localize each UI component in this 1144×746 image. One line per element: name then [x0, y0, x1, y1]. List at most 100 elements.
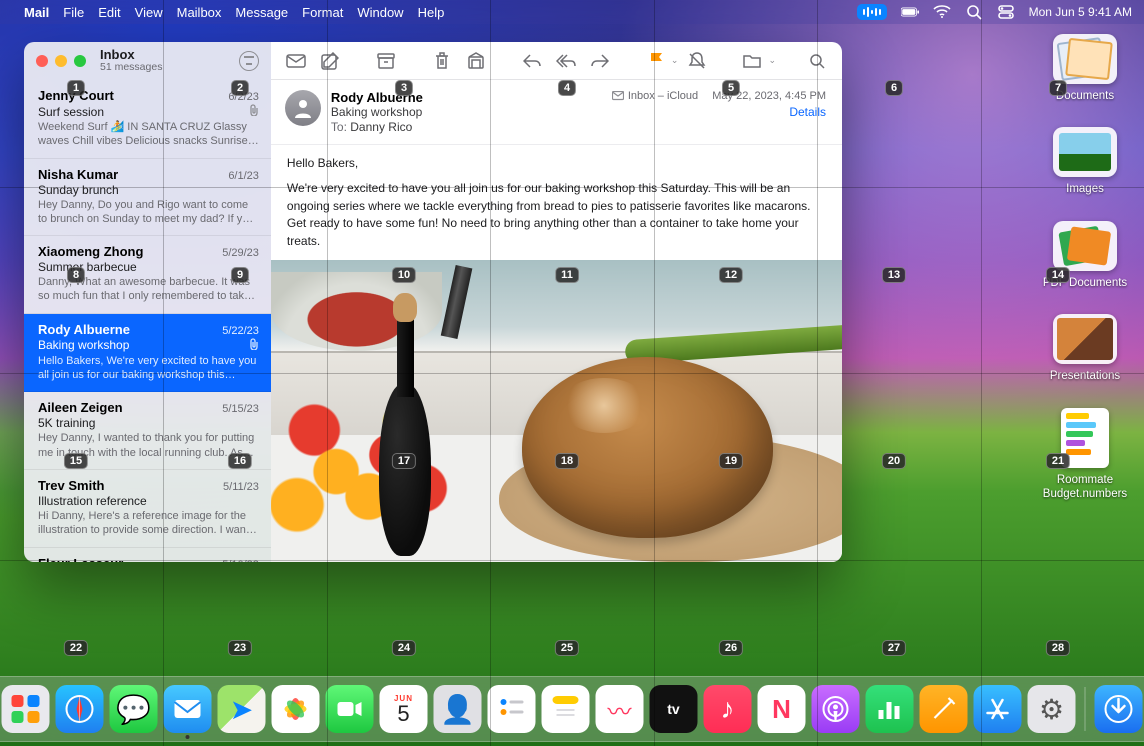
forward-button[interactable]: [585, 48, 615, 74]
dock-app-maps[interactable]: ➤: [218, 685, 266, 733]
message-list-item[interactable]: Rody Albuerne5/22/23Baking workshopHello…: [24, 314, 271, 393]
message-list-item[interactable]: Xiaomeng Zhong5/29/23Summer barbecueDann…: [24, 236, 271, 314]
dock-app-podcasts[interactable]: [812, 685, 860, 733]
dock-app-photos[interactable]: [272, 685, 320, 733]
dock-app-messages[interactable]: 💬: [110, 685, 158, 733]
dock-app-mail[interactable]: [164, 685, 212, 733]
message-preview: Hey Danny, Do you and Rigo want to come …: [38, 198, 259, 227]
message-sender: Nisha Kumar: [38, 167, 228, 182]
desktop-file-roommate-budget[interactable]: Roommate Budget.numbers: [1040, 408, 1130, 502]
message-date: 5/11/23: [223, 481, 259, 493]
junk-button[interactable]: [461, 48, 491, 74]
menu-help[interactable]: Help: [418, 5, 445, 20]
get-mail-button[interactable]: [281, 48, 311, 74]
numbers-file-icon: [1061, 408, 1109, 468]
folder-icon: [1053, 34, 1117, 84]
message-preview: Hello Bakers, We're very excited to have…: [38, 354, 259, 383]
message-body: Hello Bakers, We're very excited to have…: [271, 145, 842, 258]
message-list-item[interactable]: Nisha Kumar6/1/23Sunday brunchHey Danny,…: [24, 159, 271, 237]
folder-icon: [1053, 221, 1117, 271]
details-link[interactable]: Details: [789, 105, 826, 119]
dock-app-launchpad[interactable]: [2, 685, 50, 733]
desktop-folder-presentations[interactable]: Presentations: [1040, 314, 1130, 383]
menu-edit[interactable]: Edit: [98, 5, 120, 20]
sender-avatar-icon[interactable]: [285, 90, 321, 126]
mail-titlebar: Inbox 51 messages: [24, 42, 271, 80]
dock-app-reminders[interactable]: [488, 685, 536, 733]
mailbox-icon: [612, 91, 624, 101]
message-subject: Summer barbecue: [38, 260, 137, 274]
dock-app-facetime[interactable]: [326, 685, 374, 733]
filter-button-icon[interactable]: [239, 51, 259, 71]
dock-calendar-day: 5: [397, 703, 409, 725]
mail-sidebar: Inbox 51 messages Jenny Court6/2/23Surf …: [24, 42, 271, 562]
menubar: Mail File Edit View Mailbox Message Form…: [0, 0, 1144, 24]
message-preview: Hey Danny, I wanted to thank you for put…: [38, 431, 259, 460]
spotlight-icon[interactable]: [965, 3, 983, 21]
dock-app-safari[interactable]: [56, 685, 104, 733]
message-body-paragraph: We're very excited to have you all join …: [287, 180, 826, 250]
search-button[interactable]: [802, 48, 832, 74]
message-to-label: To:: [331, 120, 347, 134]
message-list-item[interactable]: Jenny Court6/2/23Surf sessionWeekend Sur…: [24, 80, 271, 159]
desktop-folder-documents[interactable]: Documents: [1040, 34, 1130, 103]
dock-app-settings[interactable]: ⚙︎: [1028, 685, 1076, 733]
minimize-window-button[interactable]: [55, 55, 67, 67]
message-sender: Xiaomeng Zhong: [38, 244, 222, 259]
dock-app-appstore[interactable]: [974, 685, 1022, 733]
message-subject: Baking workshop: [331, 105, 602, 119]
dock-app-music[interactable]: ♪: [704, 685, 752, 733]
flag-menu-chevron-icon[interactable]: ⌄: [671, 55, 679, 66]
archive-button[interactable]: [371, 48, 401, 74]
dock-app-tv[interactable]: tv: [650, 685, 698, 733]
message-sender: Rody Albuerne: [38, 322, 222, 337]
dock-app-calendar[interactable]: JUN5: [380, 685, 428, 733]
desktop-folder-pdf-documents[interactable]: PDF Documents: [1040, 221, 1130, 290]
battery-icon[interactable]: [901, 3, 919, 21]
mailbox-count: 51 messages: [100, 62, 162, 74]
delete-button[interactable]: [427, 48, 457, 74]
voice-control-icon[interactable]: [857, 4, 887, 20]
compose-button[interactable]: [315, 48, 345, 74]
menu-file[interactable]: File: [63, 5, 84, 20]
message-list[interactable]: Jenny Court6/2/23Surf sessionWeekend Sur…: [24, 80, 271, 562]
reply-all-button[interactable]: [551, 48, 581, 74]
dock-app-contacts[interactable]: 👤: [434, 685, 482, 733]
dock-app-numbers[interactable]: [866, 685, 914, 733]
menu-window[interactable]: Window: [357, 5, 403, 20]
message-date: 5/10/23: [222, 559, 259, 562]
message-body-greeting: Hello Bakers,: [287, 155, 826, 172]
dock-app-notes[interactable]: [542, 685, 590, 733]
attachment-icon: [248, 104, 259, 119]
zoom-window-button[interactable]: [74, 55, 86, 67]
menu-message[interactable]: Message: [235, 5, 288, 20]
desktop-folder-label: Images: [1040, 182, 1130, 196]
wifi-icon[interactable]: [933, 3, 951, 21]
message-subject: Illustration reference: [38, 494, 147, 508]
dock-app-pages[interactable]: [920, 685, 968, 733]
move-button[interactable]: [738, 48, 768, 74]
menubar-clock[interactable]: Mon Jun 5 9:41 AM: [1029, 5, 1132, 19]
message-preview: Danny, What an awesome barbecue. It was …: [38, 275, 259, 304]
flag-button[interactable]: [641, 48, 671, 74]
menubar-app-name[interactable]: Mail: [24, 5, 49, 20]
desktop-folder-images[interactable]: Images: [1040, 127, 1130, 196]
close-window-button[interactable]: [36, 55, 48, 67]
message-list-item[interactable]: Trev Smith5/11/23Illustration referenceH…: [24, 470, 271, 548]
dock-downloads[interactable]: [1095, 685, 1143, 733]
message-date: 5/22/23: [222, 325, 259, 337]
menu-mailbox[interactable]: Mailbox: [177, 5, 222, 20]
folder-icon: [1053, 314, 1117, 364]
menu-format[interactable]: Format: [302, 5, 343, 20]
message-list-item[interactable]: Fleur Lasseur5/10/23Baseball team fundra…: [24, 548, 271, 562]
control-center-icon[interactable]: [997, 3, 1015, 21]
dock-app-news[interactable]: N: [758, 685, 806, 733]
move-menu-chevron-icon[interactable]: ⌄: [768, 55, 776, 66]
reply-button[interactable]: [517, 48, 547, 74]
message-list-item[interactable]: Aileen Zeigen5/15/235K trainingHey Danny…: [24, 392, 271, 470]
mute-button[interactable]: [682, 48, 712, 74]
message-attachment-image[interactable]: [271, 260, 842, 562]
dock-app-freeform[interactable]: 〰: [596, 685, 644, 733]
menu-view[interactable]: View: [135, 5, 163, 20]
desktop-folder-label: Presentations: [1040, 369, 1130, 383]
